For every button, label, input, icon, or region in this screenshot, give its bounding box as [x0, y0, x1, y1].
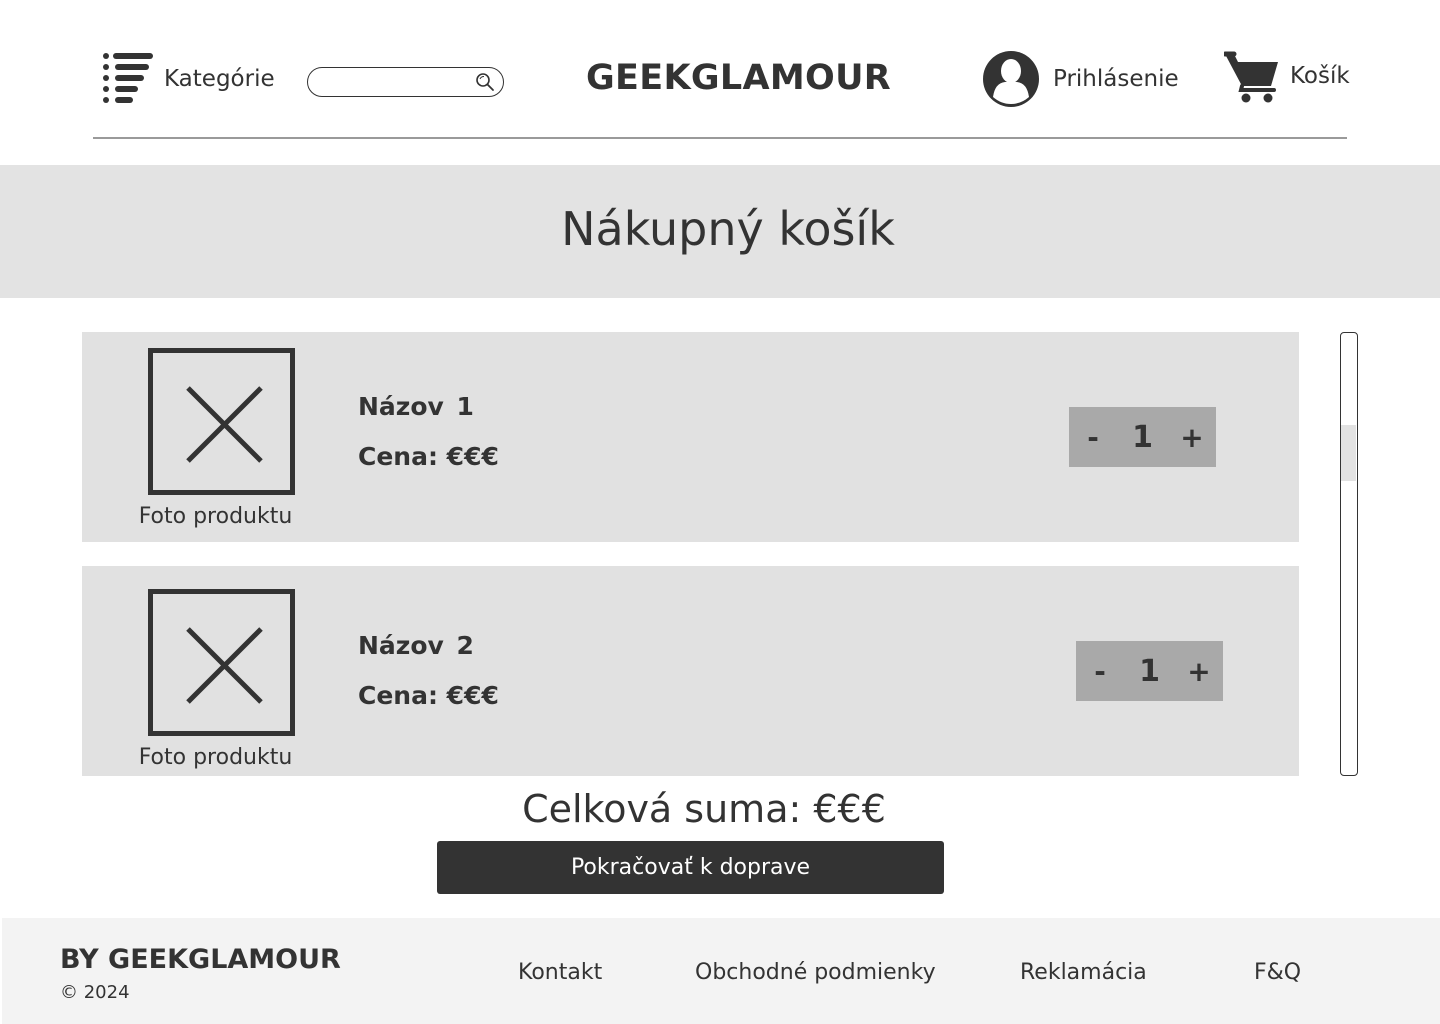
product-photo-label: Foto produktu [138, 504, 293, 529]
footer-copyright: © 2024 [60, 982, 130, 1003]
site-logo[interactable]: GEEKGLAMOUR [586, 58, 891, 98]
page-title-banner: Nákupný košík [0, 165, 1440, 298]
quantity-value: 1 [1132, 419, 1153, 455]
shopping-cart-icon [1224, 51, 1278, 103]
product-name[interactable]: Názov 2 [358, 631, 474, 660]
categories-label: Kategórie [164, 66, 275, 92]
site-header: Kategórie GEEKGLAMOUR Prihlásenie Košík [0, 0, 1440, 140]
product-price: Cena: €€€ [358, 442, 499, 471]
user-avatar-icon [983, 51, 1039, 107]
product-price: Cena: €€€ [358, 681, 499, 710]
login-button[interactable]: Prihlásenie [983, 51, 1179, 107]
increase-quantity-button[interactable]: + [1175, 641, 1223, 701]
image-placeholder-x-icon [186, 627, 263, 704]
quantity-stepper: - 1 + [1069, 407, 1216, 467]
footer-brand: BY GEEKGLAMOUR [60, 944, 341, 975]
cart-scrollbar[interactable] [1340, 332, 1358, 776]
product-photo[interactable] [148, 589, 295, 736]
footer-link-terms[interactable]: Obchodné podmienky [695, 960, 936, 985]
search-icon[interactable] [475, 72, 495, 92]
login-label: Prihlásenie [1053, 66, 1179, 92]
product-photo[interactable] [148, 348, 295, 495]
proceed-to-shipping-button[interactable]: Pokračovať k doprave [437, 841, 944, 894]
image-placeholder-x-icon [186, 386, 263, 463]
footer-link-complaints[interactable]: Reklamácia [1020, 960, 1147, 985]
search-box[interactable] [307, 67, 504, 97]
footer-link-faq[interactable]: F&Q [1254, 960, 1301, 985]
page-title: Nákupný košík [561, 202, 895, 256]
cart-total: Celková suma: €€€ [522, 787, 886, 831]
quantity-value: 1 [1139, 653, 1160, 689]
product-name[interactable]: Názov 1 [358, 392, 474, 421]
list-menu-icon [103, 53, 153, 103]
search-input[interactable] [320, 72, 470, 92]
scrollbar-thumb[interactable] [1341, 425, 1356, 481]
cart-button[interactable]: Košík [1224, 50, 1350, 104]
categories-menu-button[interactable]: Kategórie [100, 50, 275, 108]
increase-quantity-button[interactable]: + [1168, 407, 1216, 467]
cart-item: Foto produktu Názov 1 Cena: €€€ - 1 + [82, 332, 1299, 542]
decrease-quantity-button[interactable]: - [1076, 641, 1124, 701]
header-divider [93, 137, 1347, 139]
cart-label: Košík [1290, 63, 1350, 89]
product-photo-label: Foto produktu [138, 745, 293, 770]
quantity-stepper: - 1 + [1076, 641, 1223, 701]
decrease-quantity-button[interactable]: - [1069, 407, 1117, 467]
footer-link-contact[interactable]: Kontakt [518, 960, 602, 985]
site-footer: BY GEEKGLAMOUR © 2024 Kontakt Obchodné p… [2, 918, 1440, 1024]
cart-item: Foto produktu Názov 2 Cena: €€€ - 1 + [82, 566, 1299, 776]
